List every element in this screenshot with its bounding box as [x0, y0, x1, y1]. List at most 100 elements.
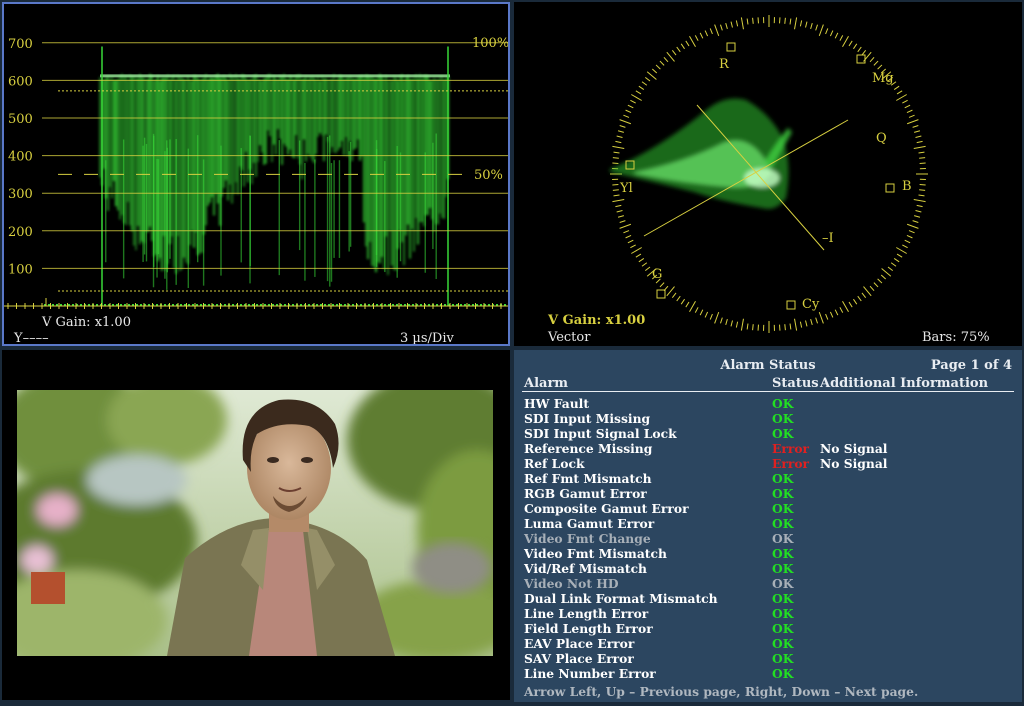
vector-ring-tick: [627, 104, 634, 109]
waveform-trace: [44, 46, 506, 306]
vector-ring-tick: [740, 17, 744, 30]
alarm-name: Line Number Error: [524, 666, 656, 681]
vector-ring-tick: [815, 317, 818, 324]
alarm-info: No Signal: [820, 441, 888, 456]
vector-ring-tick: [612, 157, 619, 159]
vector-ring-tick: [631, 247, 642, 254]
alarm-name: Video Fmt Change: [524, 531, 651, 546]
vector-ring-tick: [789, 323, 792, 330]
alarm-row: Reference Missing Error No Signal: [524, 441, 1014, 456]
alarm-row: SDI Input Missing OK: [524, 411, 1014, 426]
alarm-row: SDI Input Signal Lock OK: [524, 426, 1014, 441]
vector-ring-tick: [789, 18, 792, 25]
waveform-50-percent-label: 50%: [474, 168, 503, 183]
alarm-name: Video Not HD: [524, 576, 619, 591]
alarm-row: Video Fmt Change OK: [524, 531, 1014, 546]
waveform-display[interactable]: 700 600 500 400 300 200 100 100% 50% V Gain: x…: [2, 2, 510, 346]
vector-ring-tick: [709, 28, 713, 35]
vector-ring-tick: [616, 210, 623, 213]
vector-ring-tick: [720, 317, 723, 324]
vector-q-axis-label: Q: [876, 131, 887, 146]
vector-ring-tick: [915, 135, 922, 138]
alarm-row: Video Fmt Mismatch OK: [524, 546, 1014, 561]
vector-ring-tick: [908, 114, 915, 118]
vector-ring-tick: [896, 94, 907, 101]
vector-ring-tick: [829, 30, 834, 37]
vector-trace-center: [744, 168, 780, 188]
alarm-status: OK: [772, 666, 794, 681]
vector-ring-tick: [619, 125, 626, 128]
video-frame-image: [17, 390, 493, 656]
vector-ring-tick: [694, 35, 699, 41]
alarm-column-header: Alarm: [524, 376, 569, 391]
vector-ring-tick: [877, 64, 883, 70]
vector-ring-tick: [834, 309, 839, 316]
alarm-status: OK: [772, 486, 794, 501]
vector-ring-tick: [613, 194, 620, 197]
vectorscope-display[interactable]: R Mg Q B Yl G Cy –I V Gain: x1.00 Vector…: [514, 2, 1022, 346]
vector-ring-tick: [615, 140, 622, 144]
alarm-name: EAV Place Error: [524, 636, 635, 651]
alarm-row: Field Length Error OK: [524, 621, 1014, 636]
vector-ring-tick: [612, 145, 625, 149]
alarm-name: Vid/Ref Mismatch: [524, 561, 647, 576]
alarm-status: Error: [772, 441, 810, 456]
vector-ring-tick: [825, 313, 829, 320]
vector-ring-tick: [902, 244, 908, 249]
alarm-name: HW Fault: [524, 396, 590, 411]
alarm-status: OK: [772, 516, 794, 531]
vector-ring-tick: [617, 215, 624, 218]
vector-ring-tick: [725, 22, 728, 29]
vector-ring-tick: [625, 234, 632, 239]
vector-ring-tick: [918, 194, 925, 197]
vector-ring-tick: [848, 301, 853, 308]
alarm-status: OK: [772, 501, 794, 516]
vector-ring-tick: [799, 321, 803, 328]
vector-ring-tick: [714, 24, 720, 37]
vector-ring-tick: [635, 253, 642, 258]
vector-ring-tick: [784, 17, 786, 24]
alarm-name: Video Fmt Mismatch: [524, 546, 667, 561]
alarm-name: Ref Lock: [524, 456, 585, 471]
alarm-status: OK: [772, 531, 794, 546]
vector-ring-tick: [784, 324, 786, 331]
vector-ring-tick: [863, 286, 872, 297]
alarm-status: Error: [772, 456, 810, 471]
vector-ring-tick: [853, 43, 858, 50]
vector-ring-tick: [815, 24, 818, 31]
alarm-status-panel[interactable]: Alarm Status Page 1 of 4 Alarm Status Ad…: [514, 350, 1022, 702]
alarm-name: SDI Input Missing: [524, 411, 651, 426]
vector-ring-tick: [699, 309, 704, 316]
vector-target-g-label: G: [652, 267, 662, 282]
alarm-name: SDI Input Signal Lock: [524, 426, 677, 441]
vector-ring-tick: [873, 282, 879, 288]
additional-info-column-header: Additional Information: [820, 376, 989, 391]
vector-ring-tick: [651, 68, 658, 74]
alarm-status: OK: [772, 621, 794, 636]
vector-ring-tick: [848, 40, 853, 47]
vector-target-box: [656, 289, 666, 299]
vector-ring-tick: [619, 119, 632, 125]
vector-ring-tick: [623, 230, 630, 234]
alarm-row: Dual Link Format Mismatch OK: [524, 591, 1014, 606]
vector-ring-tick: [641, 262, 648, 267]
vector-ring-tick: [857, 295, 862, 302]
vector-ring-tick: [919, 157, 926, 159]
vector-target-box: [726, 42, 736, 52]
vector-ring-tick: [635, 90, 642, 95]
vector-ring-tick: [630, 99, 636, 104]
picture-display[interactable]: [2, 350, 510, 700]
waveform-y-tick-label: 600: [8, 74, 33, 89]
vector-ring-tick: [685, 301, 690, 308]
vector-ring-tick: [704, 30, 709, 37]
vector-ring-tick: [619, 223, 632, 229]
vector-ring-tick: [685, 40, 690, 47]
alarm-row: Ref Fmt Mismatch OK: [524, 471, 1014, 486]
vector-ring-tick: [612, 189, 619, 191]
waveform-timebase-readout: 3 µs/Div: [400, 331, 454, 344]
waveform-y-tick-label: 700: [8, 37, 33, 52]
alarm-status: OK: [772, 576, 794, 591]
vector-ring-tick: [906, 234, 913, 239]
vector-ring-tick: [904, 239, 911, 244]
alarm-name: Reference Missing: [524, 441, 653, 456]
